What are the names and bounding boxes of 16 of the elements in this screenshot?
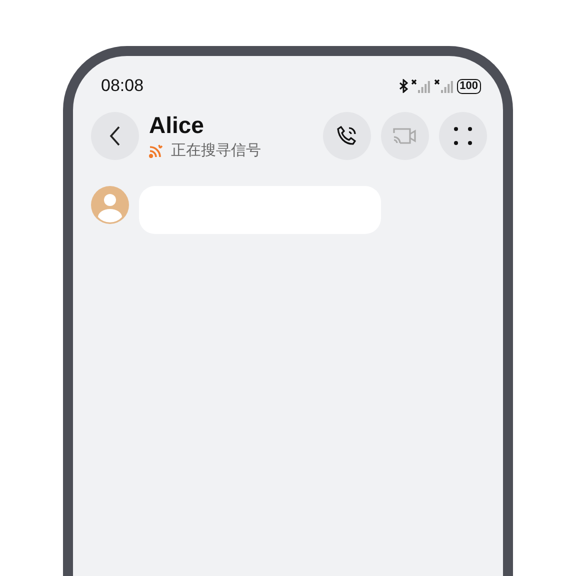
status-time: 08:08 [101, 76, 144, 96]
signal-icon [434, 79, 454, 93]
connection-status: 正在搜寻信号 [171, 141, 261, 160]
contact-name: Alice [149, 112, 205, 139]
bluetooth-icon [398, 79, 408, 93]
more-button[interactable] [439, 112, 487, 160]
signal-search-icon [149, 144, 163, 158]
video-camera-icon [392, 125, 418, 147]
back-button[interactable] [91, 112, 139, 160]
dots-icon [453, 126, 473, 146]
battery-indicator: 100 [456, 78, 481, 94]
back-icon [109, 126, 121, 146]
signal-icon [410, 79, 431, 93]
avatar-icon [91, 186, 129, 224]
phone-icon [335, 124, 359, 148]
call-button[interactable] [323, 112, 371, 160]
